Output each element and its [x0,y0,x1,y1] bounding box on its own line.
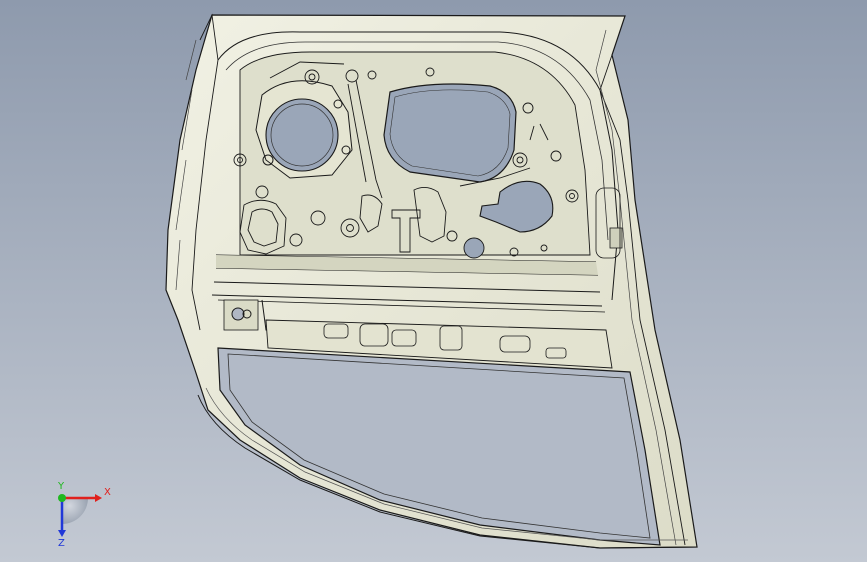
triad-quadrant [62,498,88,524]
y-axis-dot [58,494,66,502]
door-inner-panel-model[interactable] [0,0,867,562]
y-axis-label: Y [57,481,65,492]
x-axis-label: X [104,487,111,498]
x-axis-arrowhead [95,494,102,502]
cad-viewport[interactable]: X Y Z [0,0,867,562]
speaker-mount [255,80,353,179]
orientation-triad: X Y Z [57,481,111,548]
z-axis-label: Z [58,538,65,548]
hinge-pocket [223,299,259,331]
z-axis-arrowhead [58,530,66,537]
